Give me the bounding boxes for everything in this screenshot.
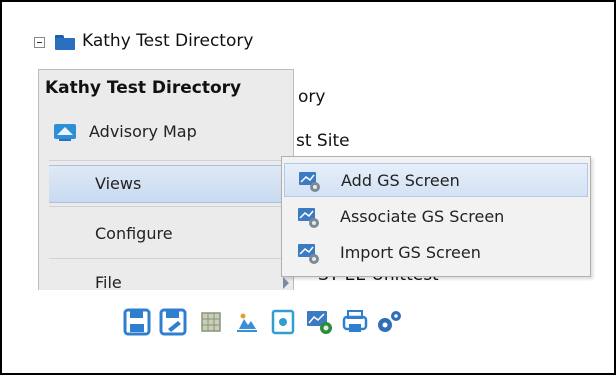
document-button[interactable]	[268, 307, 298, 337]
map-icon	[54, 124, 76, 141]
context-menu: Kathy Test Directory Advisory Map Views …	[38, 69, 295, 290]
submenu-item-label: Add GS Screen	[341, 171, 460, 190]
print-icon	[342, 310, 368, 332]
submenu-item-associate-gs-screen[interactable]: Associate GS Screen	[284, 200, 588, 234]
chart-button[interactable]	[232, 307, 262, 337]
menu-separator	[49, 160, 293, 161]
menu-item-label: Configure	[95, 224, 173, 243]
submenu-item-import-gs-screen[interactable]: Import GS Screen	[284, 236, 588, 270]
menu-item-label: Advisory Map	[89, 122, 197, 141]
toolbar	[122, 307, 502, 337]
grid-icon	[201, 312, 221, 332]
submenu-arrow-icon	[283, 277, 289, 289]
tree-item-partial-2[interactable]: st Site	[296, 128, 350, 154]
submenu-item-label: Associate GS Screen	[340, 207, 505, 226]
menu-item-advisory-map[interactable]: Advisory Map	[39, 114, 293, 150]
document-icon	[271, 309, 295, 335]
settings-icon	[378, 311, 401, 332]
gs-screen-icon	[298, 208, 319, 228]
gs-screen-icon	[298, 244, 319, 264]
save-as-icon	[159, 308, 187, 336]
menu-item-label: Views	[95, 174, 142, 193]
views-submenu: Add GS Screen Associate GS Screen Import…	[281, 156, 591, 277]
gs-screen-icon	[299, 172, 320, 192]
print-button[interactable]	[340, 307, 370, 337]
save-button[interactable]	[122, 307, 152, 337]
context-menu-title: Kathy Test Directory	[45, 78, 242, 98]
menu-separator	[49, 206, 293, 207]
menu-item-file[interactable]: File	[39, 265, 293, 290]
screens-icon	[307, 311, 332, 334]
directory-tree: Kathy Test Directory ory st Site ST EE U…	[12, 12, 607, 290]
save-as-button[interactable]	[158, 307, 188, 337]
grid-button[interactable]	[196, 307, 226, 337]
settings-button[interactable]	[374, 307, 404, 337]
menu-item-configure[interactable]: Configure	[39, 216, 293, 252]
menu-item-views[interactable]: Views	[49, 165, 295, 203]
window-frame: Kathy Test Directory ory st Site ST EE U…	[0, 0, 616, 375]
menu-item-label: File	[95, 273, 122, 290]
submenu-item-add-gs-screen[interactable]: Add GS Screen	[284, 163, 588, 197]
collapse-toggle[interactable]	[34, 37, 45, 48]
chart-icon	[237, 313, 257, 332]
save-icon	[123, 308, 151, 336]
tree-item-partial-1[interactable]: ory	[298, 84, 325, 110]
tree-root-label[interactable]: Kathy Test Directory	[82, 28, 253, 54]
folder-icon	[55, 35, 75, 50]
submenu-item-label: Import GS Screen	[340, 243, 481, 262]
screens-button[interactable]	[304, 307, 334, 337]
menu-separator	[49, 258, 293, 259]
